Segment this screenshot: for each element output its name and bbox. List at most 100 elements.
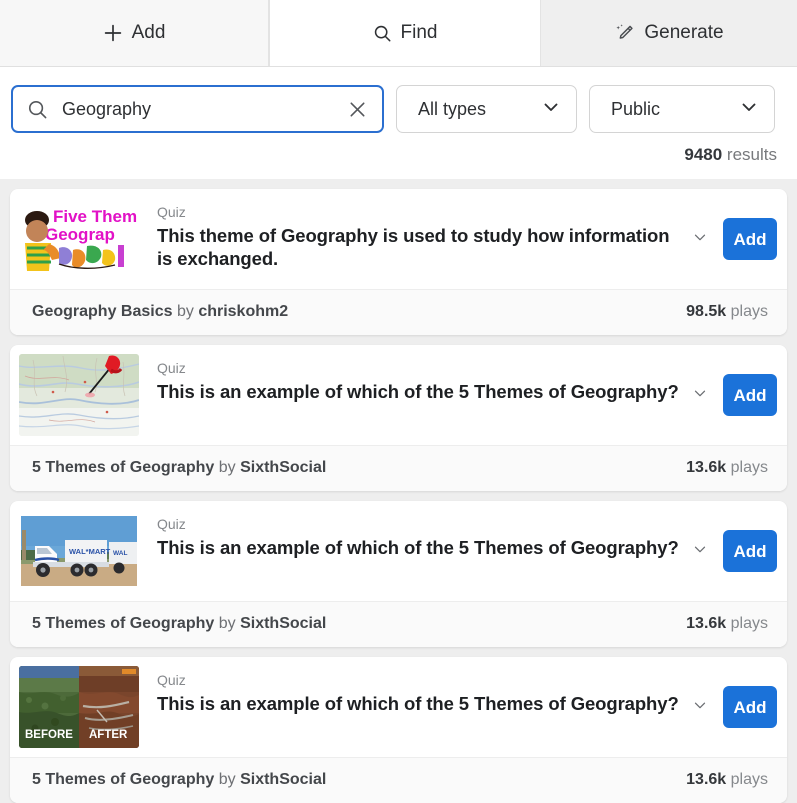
result-by-label: by [218,615,236,632]
add-button[interactable]: Add [723,374,777,416]
result-author: SixthSocial [240,771,327,788]
result-card[interactable]: Five Them of Geograp Quiz [10,189,787,335]
visibility-filter-select[interactable]: Public [589,85,775,133]
result-author: SixthSocial [240,615,327,632]
result-thumbnail: Five Them of Geograp [19,198,139,280]
result-plays: 98.5k plays [686,303,768,321]
mode-tab-bar: Add Find Generate [0,0,797,67]
visibility-filter-value: Public [611,98,661,119]
result-card-main: Quiz This is an example of which of the … [10,345,787,445]
result-card[interactable]: BEFORE AFTER Quiz This is an example of … [10,657,787,803]
result-thumbnail: WAL*MART WAL [19,510,139,592]
result-card-footer: Geography Basics by chriskohm2 98.5k pla… [10,289,787,335]
result-set-name: Geography Basics [32,303,173,320]
result-expand-toggle[interactable] [685,384,723,407]
result-title: This theme of Geography is used to study… [157,224,670,270]
svg-text:WAL: WAL [113,550,127,557]
result-plays-label: plays [730,459,768,476]
map-with-red-pushpin-image [19,354,139,436]
result-plays-count: 13.6k [686,771,727,788]
type-filter-select[interactable]: All types [396,85,577,133]
result-plays: 13.6k plays [686,615,768,633]
walmart-semi-truck-image: WAL*MART WAL [19,510,139,592]
result-card-footer: 5 Themes of Geography by SixthSocial 13.… [10,601,787,647]
result-kind: Quiz [157,516,186,532]
result-title: This is an example of which of the 5 The… [157,692,679,714]
search-icon [373,24,392,43]
result-kind: Quiz [157,672,186,688]
result-card-footer: 5 Themes of Geography by SixthSocial 13.… [10,445,787,491]
result-expand-toggle[interactable] [685,696,723,719]
tab-add[interactable]: Add [0,0,269,66]
result-set-name: 5 Themes of Geography [32,615,215,632]
tab-add-label: Add [131,22,166,43]
svg-text:BEFORE: BEFORE [25,729,73,741]
result-plays-label: plays [730,303,768,320]
result-plays-count: 13.6k [686,459,727,476]
search-filter-row: Geography All types Public [0,67,797,133]
result-card-footer: 5 Themes of Geography by SixthSocial 13.… [10,757,787,803]
close-icon[interactable] [347,99,368,120]
result-by-label: by [176,303,194,320]
svg-text:AFTER: AFTER [89,729,128,741]
tab-find[interactable]: Find [269,0,541,66]
chevron-down-icon [691,540,709,563]
result-by-label: by [218,459,236,476]
svg-text:Five Them: Five Them [53,207,137,226]
search-icon [27,99,48,120]
plus-icon [103,23,123,43]
result-card-body: Quiz This is an example of which of the … [139,354,685,403]
tab-generate-label: Generate [644,22,724,43]
result-author: SixthSocial [240,459,327,476]
result-set-name: 5 Themes of Geography [32,459,215,476]
search-input-value: Geography [62,98,152,119]
tab-generate[interactable]: Generate [541,0,797,66]
result-title: This is an example of which of the 5 The… [157,536,679,558]
result-expand-toggle[interactable] [685,540,723,563]
result-source: Geography Basics by chriskohm2 [32,303,288,321]
result-card-body: Quiz This theme of Geography is used to … [139,198,685,271]
result-plays: 13.6k plays [686,771,768,789]
five-themes-of-geography-cartoon-image: Five Them of Geograp [19,198,139,280]
results-count-number: 9480 [684,145,723,164]
result-kind: Quiz [157,204,186,220]
add-button[interactable]: Add [723,530,777,572]
result-card-body: Quiz This is an example of which of the … [139,510,685,559]
result-plays-label: plays [730,615,768,632]
search-input[interactable]: Geography [11,85,384,133]
result-set-name: 5 Themes of Geography [32,771,215,788]
result-source: 5 Themes of Geography by SixthSocial [32,615,326,633]
svg-text:WAL*MART: WAL*MART [69,547,111,556]
result-card[interactable]: WAL*MART WAL Quiz This is an example of … [10,501,787,647]
add-button[interactable]: Add [723,218,777,260]
result-title: This is an example of which of the 5 The… [157,380,679,402]
results-count-label: results [726,145,777,164]
deforestation-before-after-image: BEFORE AFTER [19,666,139,748]
result-source: 5 Themes of Geography by SixthSocial [32,459,326,477]
chevron-down-icon [691,384,709,407]
result-plays-count: 98.5k [686,303,727,320]
result-card-main: Five Them of Geograp Quiz [10,189,787,289]
result-plays-label: plays [730,771,768,788]
result-kind: Quiz [157,360,186,376]
result-expand-toggle[interactable] [685,228,723,251]
chevron-down-icon [738,96,760,123]
magic-wand-icon [614,23,635,44]
result-card[interactable]: Quiz This is an example of which of the … [10,345,787,491]
result-source: 5 Themes of Geography by SixthSocial [32,771,326,789]
svg-text:Geograp: Geograp [45,225,115,244]
chevron-down-icon [540,96,562,123]
tab-find-label: Find [400,22,438,43]
result-plays: 13.6k plays [686,459,768,477]
result-thumbnail [19,354,139,436]
result-thumbnail: BEFORE AFTER [19,666,139,748]
result-plays-count: 13.6k [686,615,727,632]
result-card-body: Quiz This is an example of which of the … [139,666,685,715]
chevron-down-icon [691,696,709,719]
results-list: Five Them of Geograp Quiz [0,179,797,803]
add-button[interactable]: Add [723,686,777,728]
result-author: chriskohm2 [198,303,289,320]
result-card-main: BEFORE AFTER Quiz This is an example of … [10,657,787,757]
result-by-label: by [218,771,236,788]
result-card-main: WAL*MART WAL Quiz This is an example of … [10,501,787,601]
